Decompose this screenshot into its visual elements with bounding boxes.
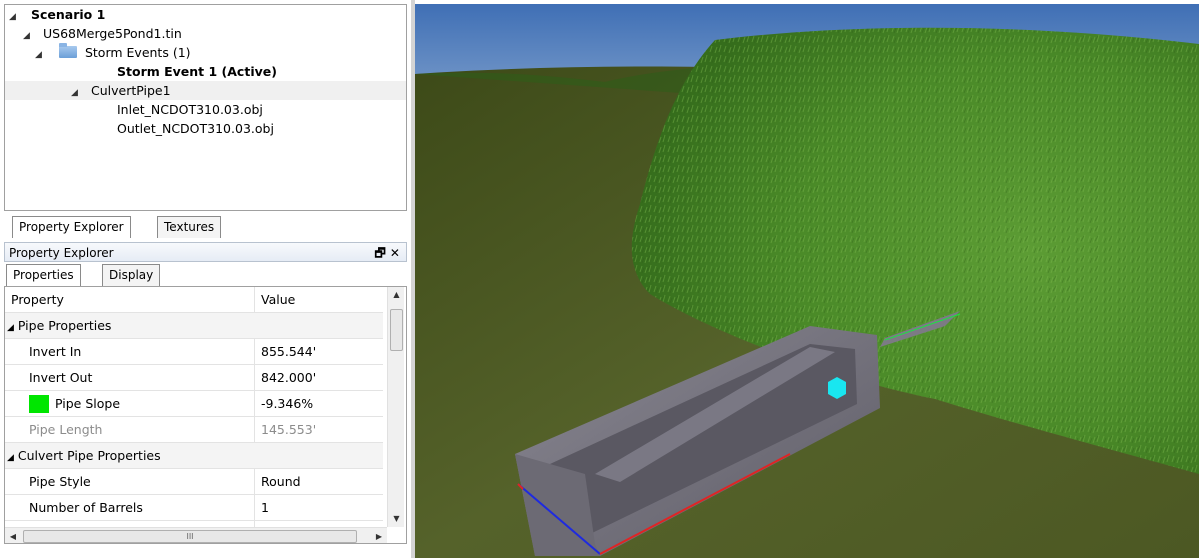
scroll-right-icon[interactable]: ▶ bbox=[371, 528, 387, 543]
property-row-number-of-barrels[interactable]: Number of Barrels 1 bbox=[5, 495, 383, 521]
scroll-down-icon[interactable]: ▼ bbox=[388, 511, 405, 527]
panel-title: Property Explorer bbox=[9, 246, 114, 260]
tree-item-scenario[interactable]: ◢ Scenario 1 bbox=[9, 5, 105, 24]
vertical-scrollbar[interactable]: ▲ ▼ bbox=[387, 287, 404, 527]
property-column-header[interactable]: Property bbox=[5, 287, 255, 313]
property-label: Pipe Style bbox=[5, 469, 255, 495]
property-row-invert-out[interactable]: Invert Out 842.000' bbox=[5, 365, 383, 391]
property-grid[interactable]: Property Value ◢ Pipe Properties Invert … bbox=[4, 286, 407, 544]
property-tab-bar: Properties Display bbox=[4, 264, 407, 286]
property-label: Pipe Length bbox=[5, 417, 255, 443]
property-row-invert-in[interactable]: Invert In 855.544' bbox=[5, 339, 383, 365]
category-culvert-pipe-properties[interactable]: ◢ Culvert Pipe Properties bbox=[5, 443, 383, 469]
tree-item-label: Outlet_NCDOT310.03.obj bbox=[117, 121, 274, 136]
grid-header: Property Value bbox=[5, 287, 383, 313]
collapse-triangle-icon[interactable]: ◢ bbox=[7, 323, 14, 333]
horizontal-scrollbar[interactable]: ◀ III ▶ bbox=[5, 527, 387, 543]
scroll-thumb[interactable] bbox=[390, 309, 403, 351]
property-value[interactable]: 842.000' bbox=[255, 365, 383, 391]
tab-property-explorer[interactable]: Property Explorer bbox=[12, 216, 131, 238]
property-value[interactable]: Round bbox=[255, 469, 383, 495]
property-value[interactable]: -9.346% bbox=[255, 391, 383, 417]
tree-item-storm-events[interactable]: ◢ Storm Events (1) bbox=[35, 43, 191, 62]
property-explorer-titlebar: Property Explorer 🗗 ✕ bbox=[4, 242, 407, 262]
restore-close-icon[interactable]: 🗗 ✕ bbox=[374, 243, 400, 263]
scroll-left-icon[interactable]: ◀ bbox=[5, 528, 21, 543]
tree-item-label: US68Merge5Pond1.tin bbox=[42, 26, 182, 41]
scenario-tree[interactable]: ◢ Scenario 1 ◢ US68Merge5Pond1.tin ◢ Sto… bbox=[4, 4, 407, 211]
tab-properties[interactable]: Properties bbox=[6, 264, 81, 286]
category-text: Culvert Pipe Properties bbox=[17, 448, 161, 463]
property-label-cell: Pipe Slope bbox=[5, 391, 255, 417]
3d-viewport[interactable] bbox=[415, 4, 1199, 558]
property-row-pipe-length: Pipe Length 145.553' bbox=[5, 417, 383, 443]
tab-display[interactable]: Display bbox=[102, 264, 161, 286]
folder-icon bbox=[58, 43, 77, 58]
expand-triangle-icon[interactable]: ◢ bbox=[9, 8, 19, 27]
scroll-up-icon[interactable]: ▲ bbox=[388, 287, 405, 303]
property-label: Number of Barrels bbox=[5, 495, 255, 521]
tree-item-label: Storm Event 1 (Active) bbox=[117, 64, 277, 79]
category-label: ◢ Culvert Pipe Properties bbox=[5, 443, 383, 469]
value-column-header[interactable]: Value bbox=[255, 287, 383, 313]
category-text: Pipe Properties bbox=[17, 318, 112, 333]
category-label: ◢ Pipe Properties bbox=[5, 313, 383, 339]
category-pipe-properties[interactable]: ◢ Pipe Properties bbox=[5, 313, 383, 339]
property-row-pipe-slope[interactable]: Pipe Slope -9.346% bbox=[5, 391, 383, 417]
property-row-pipe-style[interactable]: Pipe Style Round bbox=[5, 469, 383, 495]
property-label: Invert Out bbox=[5, 365, 255, 391]
tree-item-outlet[interactable]: Outlet_NCDOT310.03.obj bbox=[117, 119, 274, 138]
bottom-tab-bar: Property Explorer Textures bbox=[4, 216, 407, 238]
left-pane: ◢ Scenario 1 ◢ US68Merge5Pond1.tin ◢ Sto… bbox=[0, 0, 411, 558]
tab-textures[interactable]: Textures bbox=[157, 216, 222, 238]
scene-render[interactable] bbox=[415, 4, 1199, 558]
tree-item-label: Inlet_NCDOT310.03.obj bbox=[117, 102, 263, 117]
tree-item-label: Scenario 1 bbox=[30, 7, 106, 22]
tree-item-label: Storm Events (1) bbox=[84, 45, 191, 60]
property-value[interactable]: 1 bbox=[255, 495, 383, 521]
expand-triangle-icon[interactable]: ◢ bbox=[35, 46, 45, 65]
slope-color-swatch bbox=[29, 395, 49, 413]
tree-item-culvert-pipe[interactable]: ◢ CulvertPipe1 bbox=[5, 81, 406, 100]
collapse-triangle-icon[interactable]: ◢ bbox=[7, 453, 14, 463]
expand-triangle-icon[interactable]: ◢ bbox=[23, 27, 33, 46]
property-label: Pipe Slope bbox=[55, 396, 121, 411]
property-value: 145.553' bbox=[261, 422, 317, 437]
tree-item-inlet[interactable]: Inlet_NCDOT310.03.obj bbox=[117, 100, 263, 119]
tree-item-storm-event-1[interactable]: Storm Event 1 (Active) bbox=[117, 62, 277, 81]
tree-item-label: CulvertPipe1 bbox=[90, 83, 171, 98]
property-value[interactable]: 855.544' bbox=[255, 339, 383, 365]
tree-item-tin[interactable]: ◢ US68Merge5Pond1.tin bbox=[23, 24, 182, 43]
scroll-thumb[interactable]: III bbox=[23, 530, 357, 543]
expand-triangle-icon[interactable]: ◢ bbox=[71, 84, 81, 103]
property-label: Invert In bbox=[5, 339, 255, 365]
